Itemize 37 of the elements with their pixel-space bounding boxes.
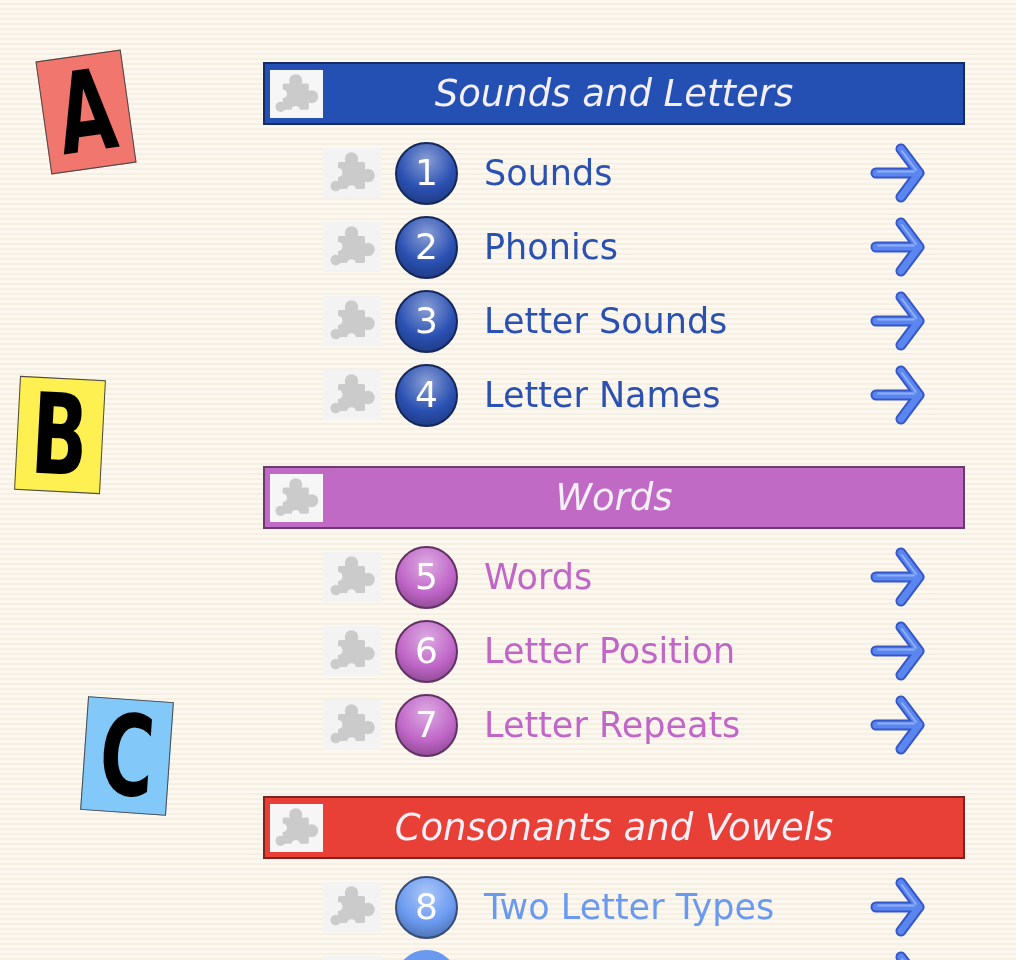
lesson-link[interactable]: Letter Names [484, 375, 721, 415]
right-arrow-icon[interactable] [870, 620, 926, 682]
lesson-number: 1 [395, 141, 458, 205]
lesson-number: 6 [395, 619, 458, 683]
lesson-number: 7 [395, 693, 458, 757]
right-arrow-icon[interactable] [870, 216, 926, 278]
letter-tile: A [35, 49, 137, 175]
puzzle-piece-icon [323, 626, 381, 676]
puzzle-piece-icon [323, 296, 381, 346]
puzzle-piece-icon [323, 882, 381, 932]
lesson-link[interactable]: Phonics [484, 227, 619, 267]
right-arrow-icon[interactable] [870, 694, 926, 756]
puzzle-piece-icon [323, 370, 381, 420]
lesson-number: 8 [395, 875, 458, 939]
puzzle-piece-icon [270, 803, 323, 852]
right-arrow-icon[interactable] [870, 876, 926, 938]
lesson-number: 2 [395, 215, 458, 279]
right-arrow-icon[interactable] [870, 546, 926, 608]
section-title: Sounds and Letters [434, 72, 794, 115]
right-arrow-icon[interactable] [870, 290, 926, 352]
lesson-link[interactable]: Letter Sounds [484, 301, 728, 341]
puzzle-piece-icon [270, 473, 323, 522]
puzzle-piece-icon [323, 222, 381, 272]
letter-tile: C [80, 696, 174, 816]
puzzle-piece-icon [270, 69, 323, 118]
section-title: Words [555, 476, 673, 519]
lesson-number: 5 [395, 545, 458, 609]
puzzle-piece-icon [323, 552, 381, 602]
puzzle-piece-icon [323, 700, 381, 750]
letter-tile: B [14, 375, 106, 495]
lesson-number: 4 [395, 363, 458, 427]
lesson-link[interactable]: Sounds [484, 153, 613, 193]
right-arrow-icon[interactable] [870, 142, 926, 204]
puzzle-piece-icon [323, 148, 381, 198]
lesson-number: 3 [395, 289, 458, 353]
section-title: Consonants and Vowels [394, 806, 834, 849]
right-arrow-icon[interactable] [870, 364, 926, 426]
